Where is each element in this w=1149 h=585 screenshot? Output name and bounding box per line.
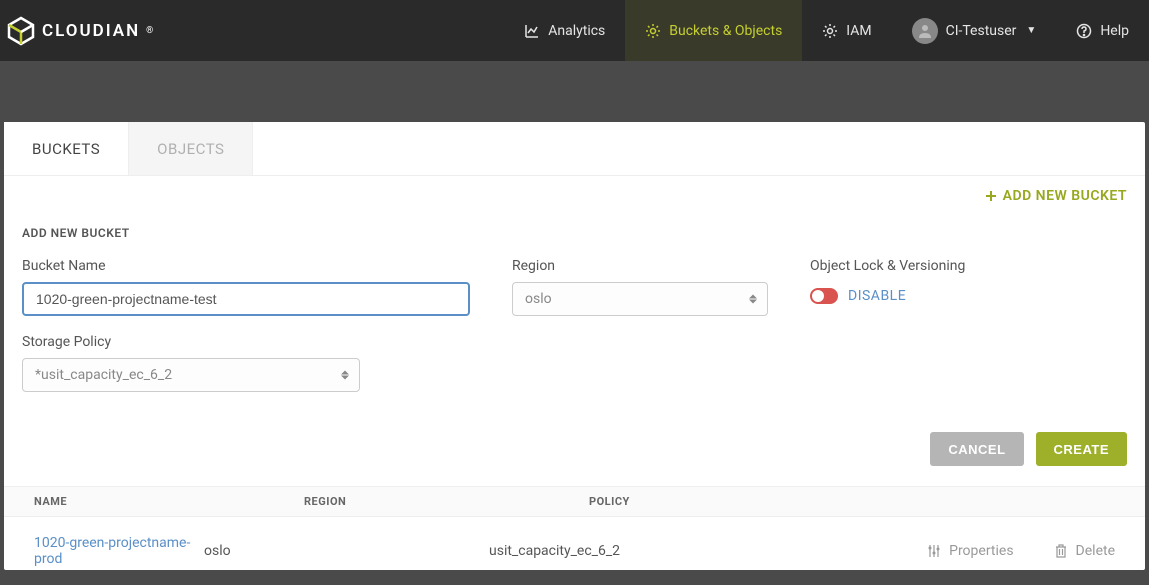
nav-buckets-label: Buckets & Objects bbox=[669, 23, 782, 39]
nav-iam[interactable]: IAM bbox=[802, 0, 891, 61]
nav-iam-label: IAM bbox=[846, 23, 871, 39]
logo-icon bbox=[6, 16, 36, 46]
form-row-1: Bucket Name Region oslo Object Lock & Ve… bbox=[22, 258, 1127, 316]
gear-icon bbox=[645, 23, 661, 39]
form-row-2: Storage Policy *usit_capacity_ec_6_2 bbox=[22, 334, 1127, 392]
tab-buckets[interactable]: BUCKETS bbox=[4, 122, 129, 175]
row-actions: Properties Delete bbox=[749, 543, 1115, 559]
region-label: Region bbox=[512, 258, 768, 274]
bucket-name-input[interactable] bbox=[22, 282, 470, 316]
delete-button[interactable]: Delete bbox=[1054, 543, 1115, 559]
tabs: BUCKETS OBJECTS bbox=[4, 122, 1145, 176]
bucket-name-link[interactable]: 1020-green-projectname-prod bbox=[34, 535, 204, 567]
table-header: NAME REGION POLICY bbox=[4, 486, 1145, 517]
lock-label: Object Lock & Versioning bbox=[810, 258, 1127, 274]
region-select[interactable]: oslo bbox=[512, 282, 768, 316]
nav-analytics-label: Analytics bbox=[548, 23, 605, 39]
select-arrows-icon bbox=[341, 371, 349, 380]
nav-user-label: CI-Testuser bbox=[946, 23, 1017, 39]
caret-down-icon: ▼ bbox=[1026, 25, 1036, 36]
button-row: CANCEL CREATE bbox=[4, 422, 1145, 482]
delete-label: Delete bbox=[1076, 543, 1115, 559]
lock-toggle-row: DISABLE bbox=[810, 288, 1127, 304]
form-title: ADD NEW BUCKET bbox=[22, 226, 1127, 240]
bucket-name-label: Bucket Name bbox=[22, 258, 470, 274]
gear-icon bbox=[822, 23, 838, 39]
add-new-bucket-link[interactable]: ADD NEW BUCKET bbox=[985, 188, 1127, 204]
avatar-icon bbox=[912, 18, 938, 44]
bucket-name-group: Bucket Name bbox=[22, 258, 470, 316]
policy-label: Storage Policy bbox=[22, 334, 360, 350]
logo-trademark: ® bbox=[146, 26, 153, 36]
plus-icon bbox=[985, 190, 997, 202]
tab-objects[interactable]: OBJECTS bbox=[129, 122, 253, 175]
cancel-button[interactable]: CANCEL bbox=[930, 432, 1023, 466]
lock-toggle-label[interactable]: DISABLE bbox=[848, 288, 906, 304]
select-arrows-icon bbox=[749, 295, 757, 304]
bucket-region: oslo bbox=[204, 543, 489, 559]
policy-select[interactable]: *usit_capacity_ec_6_2 bbox=[22, 358, 360, 392]
logo[interactable]: CLOUDIAN ® bbox=[4, 16, 153, 46]
lock-toggle[interactable] bbox=[810, 288, 838, 304]
th-name: NAME bbox=[34, 495, 304, 508]
nav-buckets-objects[interactable]: Buckets & Objects bbox=[625, 0, 802, 61]
create-button[interactable]: CREATE bbox=[1036, 432, 1127, 466]
help-icon bbox=[1076, 23, 1092, 39]
nav-analytics[interactable]: Analytics bbox=[504, 0, 625, 61]
header-spacer bbox=[0, 61, 1149, 122]
lock-group: Object Lock & Versioning DISABLE bbox=[810, 258, 1127, 316]
bucket-policy: usit_capacity_ec_6_2 bbox=[489, 543, 749, 559]
trash-icon bbox=[1054, 544, 1068, 558]
policy-value: *usit_capacity_ec_6_2 bbox=[35, 367, 172, 383]
th-region: REGION bbox=[304, 495, 589, 508]
nav-user-menu[interactable]: CI-Testuser ▼ bbox=[892, 0, 1057, 61]
nav: Analytics Buckets & Objects IAM CI-Testu… bbox=[504, 0, 1149, 61]
region-value: oslo bbox=[525, 291, 552, 307]
form-area: ADD NEW BUCKET Bucket Name Region oslo O… bbox=[4, 176, 1145, 422]
th-policy: POLICY bbox=[589, 495, 849, 508]
chart-icon bbox=[524, 23, 540, 39]
sliders-icon bbox=[927, 544, 941, 558]
table-row: 1020-green-projectname-prod oslo usit_ca… bbox=[4, 517, 1145, 585]
properties-button[interactable]: Properties bbox=[927, 543, 1013, 559]
nav-help-label: Help bbox=[1100, 23, 1129, 39]
add-new-bucket-label: ADD NEW BUCKET bbox=[1003, 188, 1127, 204]
logo-text: CLOUDIAN bbox=[42, 21, 140, 41]
properties-label: Properties bbox=[949, 543, 1013, 559]
main-panel: BUCKETS OBJECTS ADD NEW BUCKET ADD NEW B… bbox=[4, 122, 1145, 570]
bucket-table: NAME REGION POLICY 1020-green-projectnam… bbox=[4, 486, 1145, 585]
policy-group: Storage Policy *usit_capacity_ec_6_2 bbox=[22, 334, 360, 392]
topbar: CLOUDIAN ® Analytics Buckets & Objects I… bbox=[0, 0, 1149, 61]
nav-help[interactable]: Help bbox=[1056, 0, 1149, 61]
region-group: Region oslo bbox=[512, 258, 768, 316]
